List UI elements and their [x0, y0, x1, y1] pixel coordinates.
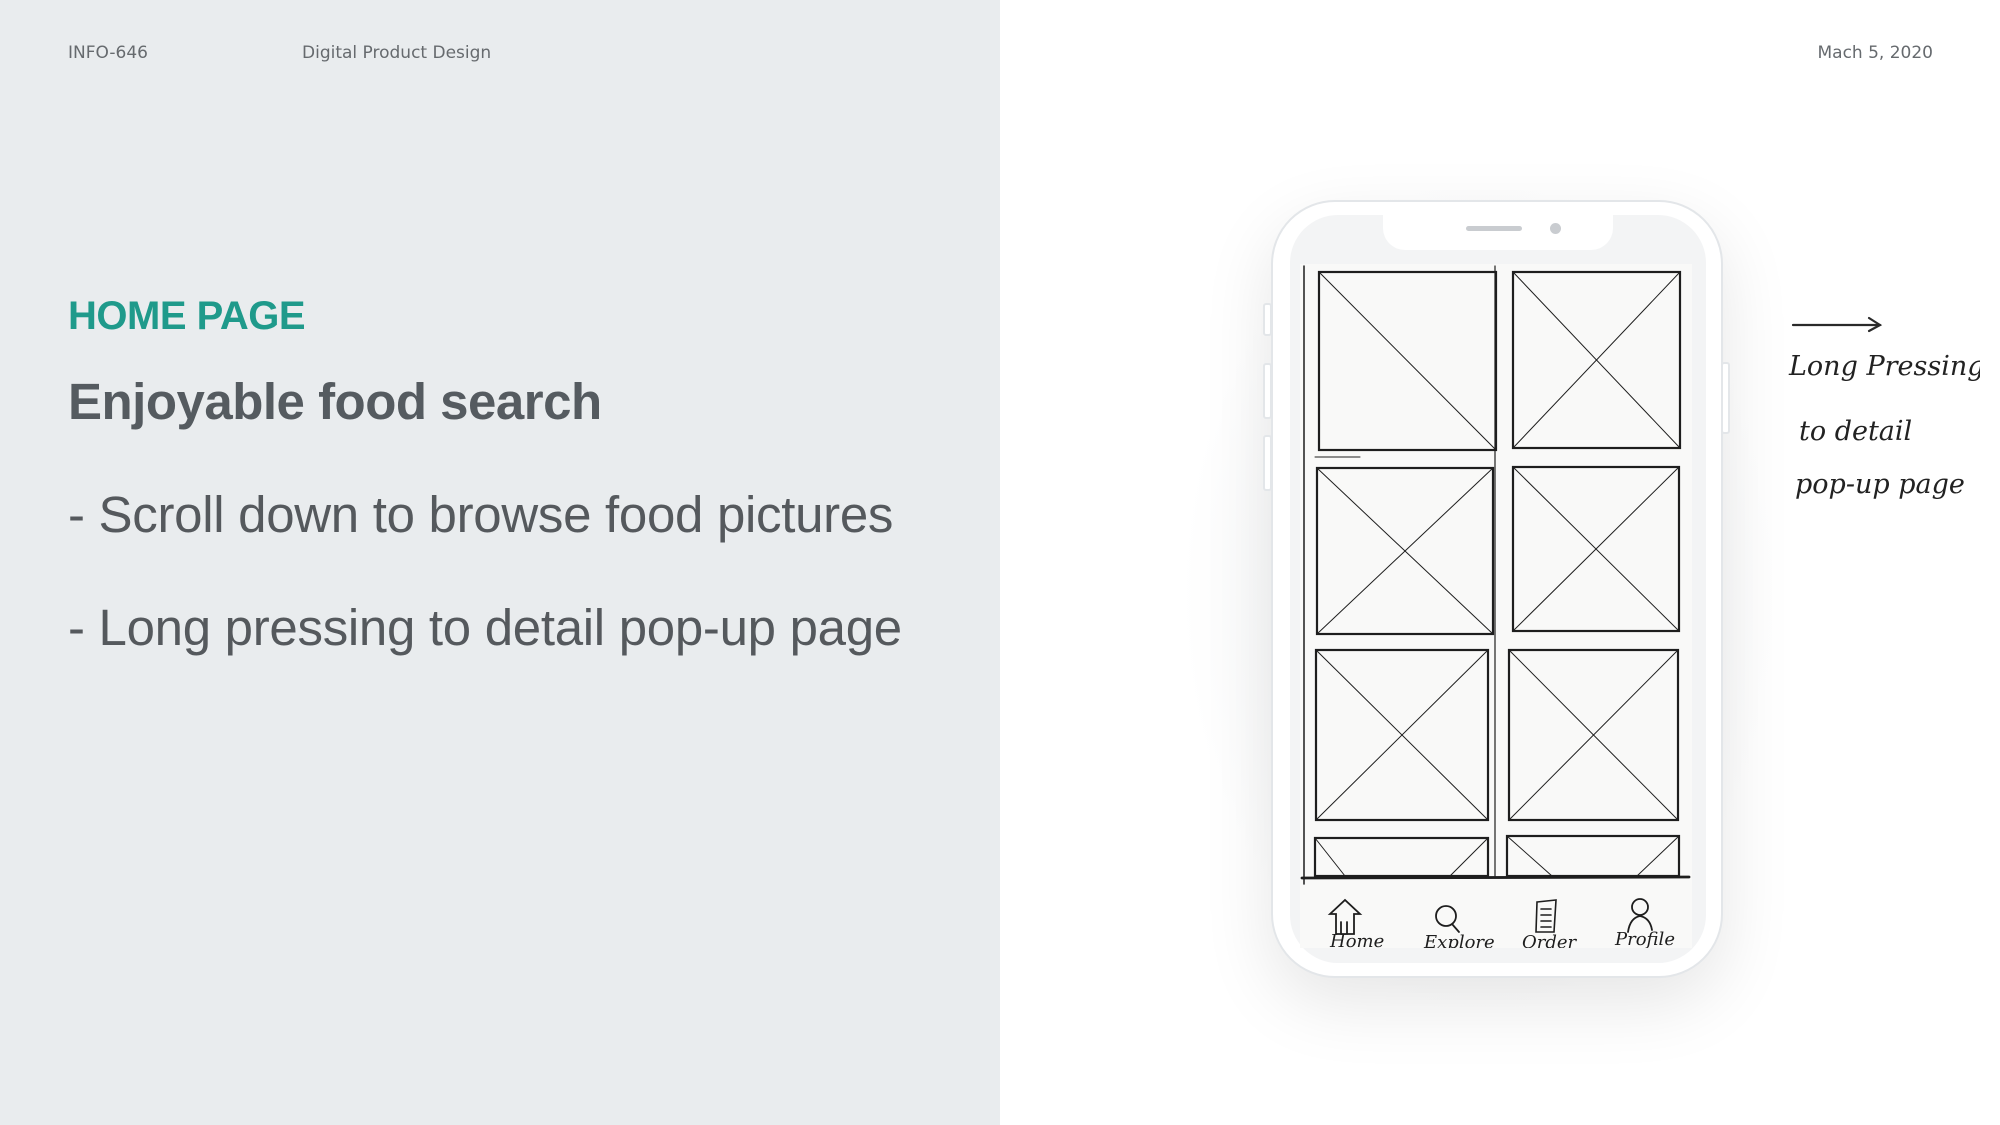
phone-power-button: [1721, 362, 1730, 434]
course-code: INFO-646: [68, 43, 148, 63]
arrow-right-icon: [1791, 316, 1883, 333]
tab-label-profile: Profile: [1614, 929, 1675, 948]
tab-label-home: Home: [1329, 931, 1384, 948]
tab-label-order: Order: [1522, 932, 1578, 948]
left-panel: [0, 0, 1000, 1125]
phone-side-button: [1263, 435, 1272, 491]
course-name: Digital Product Design: [302, 43, 492, 63]
slide-headline: Enjoyable food search: [68, 373, 602, 430]
phone-side-button: [1263, 303, 1272, 336]
wireframe-sketch: Home Explore Order Profile: [1300, 264, 1692, 948]
note-line: Long Pressing: [1788, 351, 1980, 382]
bullet-item: - Long pressing to detail pop-up page: [68, 599, 902, 656]
phone-notch: [1383, 214, 1613, 250]
tab-label-explore: Explore: [1423, 932, 1495, 948]
section-label: HOME PAGE: [68, 294, 306, 338]
phone-speaker: [1466, 226, 1522, 231]
handwritten-note: Long Pressing to detail pop-up page: [1788, 316, 1980, 500]
slide-date: Mach 5, 2020: [1817, 43, 1934, 63]
phone-side-button: [1263, 363, 1272, 419]
note-line: to detail: [1799, 416, 1912, 447]
bullet-item: - Scroll down to browse food pictures: [68, 486, 894, 543]
phone-camera: [1550, 223, 1561, 234]
note-line: pop-up page: [1795, 469, 1965, 500]
